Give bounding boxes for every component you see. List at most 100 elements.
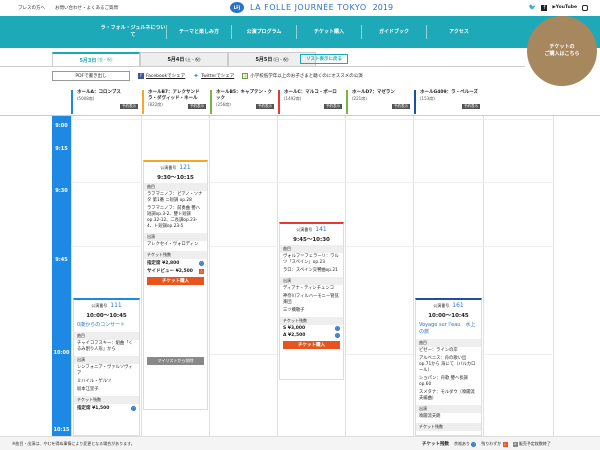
grid-line [141,116,142,436]
twitter-icon[interactable]: 🐦 [529,4,536,11]
remove-mylist-button[interactable]: マイリストから削除 [147,357,204,365]
program-item: ラフマニノフ：ピアノ・ソナタ 第1番 ニ短調 op.28 [147,192,203,203]
event-card-141[interactable]: 公演番号 141 9:45〜10:30 曲目 ヴォルフ＝フェラーリ：ワルツ「スペ… [279,222,344,380]
perf-number-value: 141 [315,226,327,233]
perf-number: 公演番号 111 [74,300,139,309]
event-title[interactable]: 0歳からのコンサート [74,321,139,330]
share-row: PDFで書き出し f Facebookでシェア ✦ Twitterでシェア 子 … [52,71,363,81]
nav-access[interactable]: アクセス [427,16,491,48]
hall-reserve-button[interactable]: 予約表示 [120,104,138,109]
hall-reserve-button[interactable]: 予約表示 [392,104,410,109]
program-heading: 曲目 [416,339,481,347]
time-label: 9:45 [55,257,68,263]
program-heading: 曲目 [144,183,207,191]
kids-recommend-note: 子 小学校低学年以上のお子さまと聴くのにオススメの公演 [242,73,363,79]
event-card-121[interactable]: 公演番号 121 9:30〜10:15 曲目 ラフマニノフ：ピアノ・ソナタ 第1… [143,160,208,410]
ticket-heading: チケット残数 [144,251,207,259]
back-to-list-button[interactable]: リスト表示に戻る [300,54,348,64]
hall-d7-header: ホールD7：マゼラン (221席) 予約表示 [346,90,412,114]
hall-a-header: ホールA：コロンブス (5008席) 予約表示 [71,90,140,114]
hall-c-header: ホールC：マルコ・ポーロ (1492席) 予約表示 [278,90,344,114]
hall-reserve-button[interactable]: 予約表示 [188,104,206,109]
kids-icon: 子 [242,73,249,79]
grid-line [71,116,72,436]
bottom-bar: ※曲目・出演は、やむを得ぬ事情により変更となる場合があります。 チケット残数 余… [0,436,600,450]
hall-reserve-button[interactable]: 予約表示 [256,104,274,109]
price-label: A ¥2,500 [283,333,306,338]
price-label: 指定席 ¥1,500 [77,406,110,411]
nav-ticket[interactable]: チケット購入 [297,16,361,48]
grid-line [345,116,346,436]
youtube-icon[interactable]: ▶YouTube [552,5,577,10]
social-links: 🐦 f ▶YouTube [529,4,588,11]
tab-may-4[interactable]: 5月4日 (土・祝) [140,52,228,66]
price-label: 指定席 ¥2,800 [147,261,180,266]
performer-heading: 出演 [144,233,207,241]
event-title[interactable]: Voyage sur l'eau 水上の旅 [416,321,481,337]
tab-day: (土・祝) [185,56,201,62]
date-tabs: 5月3日 (金・祝) 5月4日 (土・祝) 5月5日 (日・祝) [52,52,316,66]
press-link[interactable]: プレスの方へ [18,5,45,11]
perf-number-label: 公演番号 [296,226,313,232]
program-item: チャイコフスキー：組曲「くるみ割り人形」から [77,341,133,352]
program-heading: 曲目 [74,332,139,340]
performer-heading: 出演 [416,405,481,413]
hall-reserve-button[interactable]: 予約表示 [324,104,342,109]
hall-capacity: (5008席) [77,96,95,101]
legend-label: 残りわずか [481,441,502,446]
program-item: ショパン：舟歌 嬰ヘ長調 op.60 [419,376,468,387]
ticket-heading: チケット残数 [74,396,139,404]
available-icon: ○ [471,442,477,447]
buy-ticket-button[interactable]: チケット購入 [283,341,340,349]
change-notice: ※曲目・出演は、やむを得ぬ事情により変更となる場合があります。 [12,441,135,446]
event-card-111[interactable]: 公演番号 111 10:00〜10:45 0歳からのコンサート 曲目 チャイコフ… [73,298,140,436]
performer-name: 三ツ橋敬子 [283,308,305,313]
performer-name: ディアナ・ティシチェンコ [283,286,334,291]
tab-may-3[interactable]: 5月3日 (金・祝) [52,52,140,66]
logo-text: LA FOLLE JOURNÉE TOKYO [250,3,367,12]
legend-label: 販売予定枚数終了 [518,441,551,446]
facebook-share-link[interactable]: f Facebookでシェア [138,73,185,79]
perf-number: 公演番号 121 [144,162,207,171]
hall-reserve-button[interactable]: 予約表示 [462,104,480,109]
hall-capacity: (256席) [216,102,231,107]
hall-header-row: ホールA：コロンブス (5008席) 予約表示 ホールB7：アレクサンドラ・ダヴ… [0,88,600,116]
ticket-purchase-button[interactable]: チケットの ご購入はこちら [527,16,597,86]
ticket-heading: チケット残数 [416,423,481,431]
twitter-share-label: Twitterでシェア [201,74,235,79]
perf-number: 公演番号 161 [416,300,481,309]
time-label: 9:15 [55,146,68,152]
pdf-export-button[interactable]: PDFで書き出し [52,71,130,81]
twitter-share-link[interactable]: ✦ Twitterでシェア [193,73,235,80]
price-row: サイドビュー ¥2,500 △ [144,267,207,275]
nav-about[interactable]: ラ・フォル・ジュルネについて [100,16,166,48]
time-label: 10:15 [53,427,70,433]
event-card-161[interactable]: 公演番号 161 10:00〜10:45 Voyage sur l'eau 水上… [415,298,482,436]
perf-number-label: 公演番号 [91,302,108,308]
site-logo[interactable]: LFJ LA FOLLE JOURNÉE TOKYO 2019 [230,2,393,13]
nav-guidebook[interactable]: ガイドブック [362,16,426,48]
nav-theme[interactable]: テーマと楽しみ方 [167,16,231,48]
card-spacer [144,287,207,355]
hall-capacity: (1492席) [284,96,302,101]
performer-heading: 出演 [280,277,343,285]
nav-program[interactable]: 公演プログラム [232,16,296,48]
legend-item: 残りわずか △ [481,441,508,447]
grid-line [553,116,554,436]
buy-ticket-button[interactable]: チケット購入 [147,277,204,285]
facebook-icon[interactable]: f [541,4,548,11]
price-row: 指定席 ¥1,500 ○ [74,404,139,412]
price-row: A ¥2,500 ○ [280,332,343,339]
ticket-heading: チケット残数 [280,317,343,325]
performer-name: 坂本江里子 [77,387,99,392]
legend-title: チケット残数 [422,442,449,447]
contact-link[interactable]: お問い合わせ・よくあるご質問 [55,5,118,11]
perf-number: 公演番号 141 [280,224,343,233]
legend-label: 余裕あり [454,441,470,446]
availability-mark-icon: △ [199,268,204,274]
instagram-icon[interactable] [582,4,588,11]
event-time: 9:30〜10:15 [157,175,194,181]
performer-name: ミハイル・ゲルツ [77,379,112,384]
event-time: 9:45〜10:30 [293,237,330,243]
tab-divider [0,66,525,67]
